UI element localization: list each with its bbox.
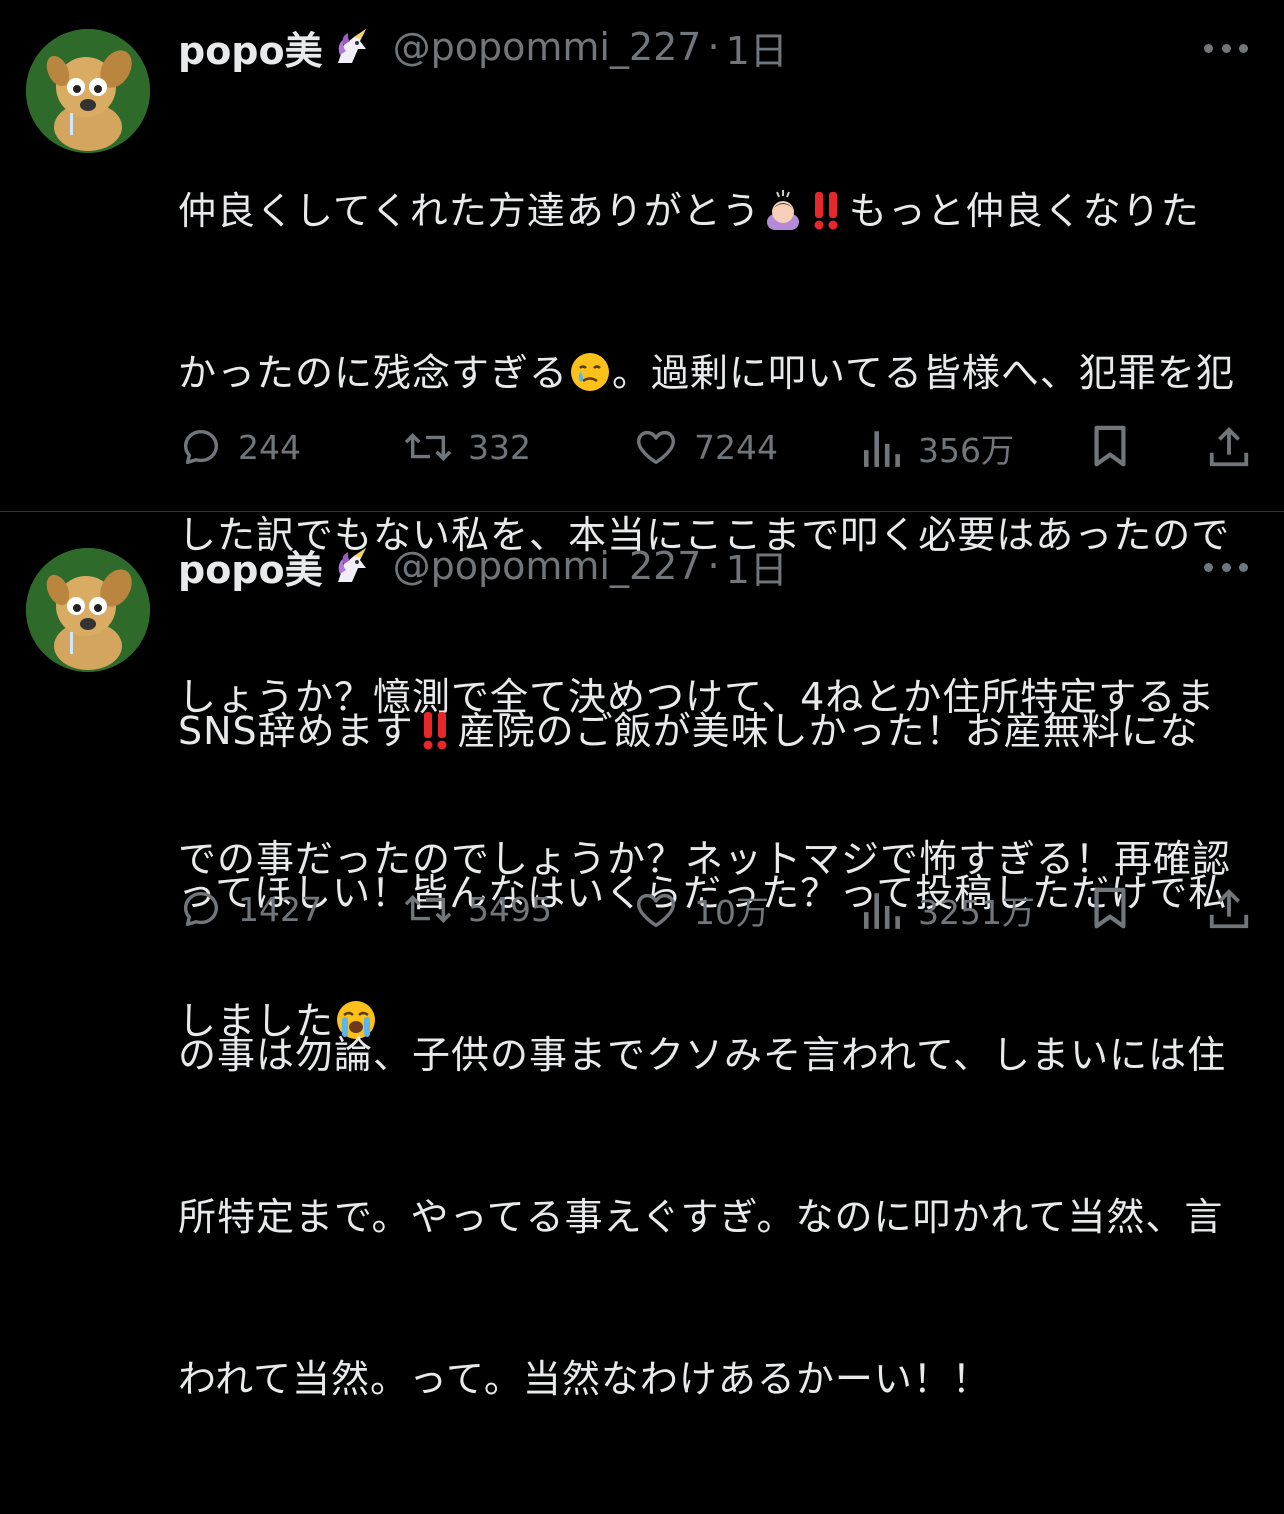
reply-button[interactable]: 1427 [178,886,322,932]
share-icon [1209,889,1249,929]
reply-icon [183,429,219,465]
retweet-count: 5495 [468,889,552,929]
retweet-button[interactable]: 332 [402,424,531,470]
tweet-actions: 1427 5495 10万 3251万 [0,878,1284,938]
text-line: 産院のご飯が美味しかった！お産無料にな [457,709,1199,753]
reply-icon [183,891,219,927]
timestamp[interactable]: 1日 [726,539,788,594]
retweet-icon [404,895,452,923]
avatar[interactable] [26,29,150,153]
like-button[interactable]: 7244 [632,424,778,470]
display-name[interactable]: popo美 [178,20,323,75]
text-line: かったのに残念すぎる [178,351,569,395]
share-button[interactable] [1206,424,1252,470]
tweet[interactable]: popo美 @popommi_227 · 1日 SNS辞めます 産院のご飯が美味し… [0,512,1284,1401]
text-line: 。過剰に叩いてる皆様へ、犯罪を犯 [612,351,1235,395]
handle[interactable]: @popommi_227 [393,544,702,588]
avatar[interactable] [26,548,150,672]
views-button[interactable]: 3251万 [862,886,1035,934]
tweet-header: popo美 @popommi_227 · 1日 [178,539,788,594]
bookmark-button[interactable] [1090,424,1130,470]
retweet-button[interactable]: 5495 [402,886,552,932]
bookmark-button[interactable] [1090,886,1130,932]
unicorn-emoji [329,543,375,589]
reply-button[interactable]: 244 [178,424,301,470]
display-name[interactable]: popo美 [178,539,323,594]
tweet[interactable]: popo美 @popommi_227 · 1日 仲良くしてくれた方達ありがとう も… [0,0,1284,1043]
more-icon[interactable] [1204,561,1248,573]
teary-emoji [568,350,612,394]
like-icon [637,893,675,928]
retweet-icon [404,433,452,461]
handle[interactable]: @popommi_227 [393,25,702,69]
tweet-text: SNS辞めます 産院のご飯が美味しかった！お産無料にな ってほしい！皆んなはいくら… [178,596,1258,1514]
text-line: われて当然。って。当然なわけあるかーい！！ [178,1357,991,1401]
text-line: の事は勿論、子供の事までクソみそ言われて、しまいには住 [178,1033,1227,1077]
timestamp[interactable]: 1日 [726,20,788,75]
tweet-actions: 244 332 7244 356万 [0,416,1284,476]
more-icon[interactable] [1204,42,1248,54]
bowing-emoji [761,188,805,232]
views-icon [863,431,900,467]
bangbang-emoji [805,188,849,232]
like-button[interactable]: 10万 [632,886,769,934]
reply-count: 244 [238,427,301,467]
separator: · [707,544,720,588]
bookmark-icon [1094,887,1126,929]
views-count: 356万 [918,431,1014,470]
share-button[interactable] [1206,886,1252,932]
unicorn-emoji [329,24,375,70]
reply-count: 1427 [238,889,322,929]
like-icon [637,430,675,465]
bangbang-emoji [414,708,458,752]
like-count: 7244 [694,427,778,467]
retweet-count: 332 [468,427,531,467]
like-count: 10万 [694,893,769,932]
bookmark-icon [1094,425,1126,467]
text-line: もっと仲良くなりた [848,189,1200,233]
separator: · [707,25,720,69]
views-button[interactable]: 356万 [862,424,1014,472]
views-count: 3251万 [918,893,1035,932]
views-icon [863,893,900,929]
tweet-header: popo美 @popommi_227 · 1日 [178,20,788,75]
text-line: SNS辞めます [178,709,414,753]
share-icon [1209,427,1249,467]
text-line: 所特定まで。やってる事えぐすぎ。なのに叩かれて当然、言 [178,1195,1224,1239]
text-line: 仲良くしてくれた方達ありがとう [178,189,761,233]
